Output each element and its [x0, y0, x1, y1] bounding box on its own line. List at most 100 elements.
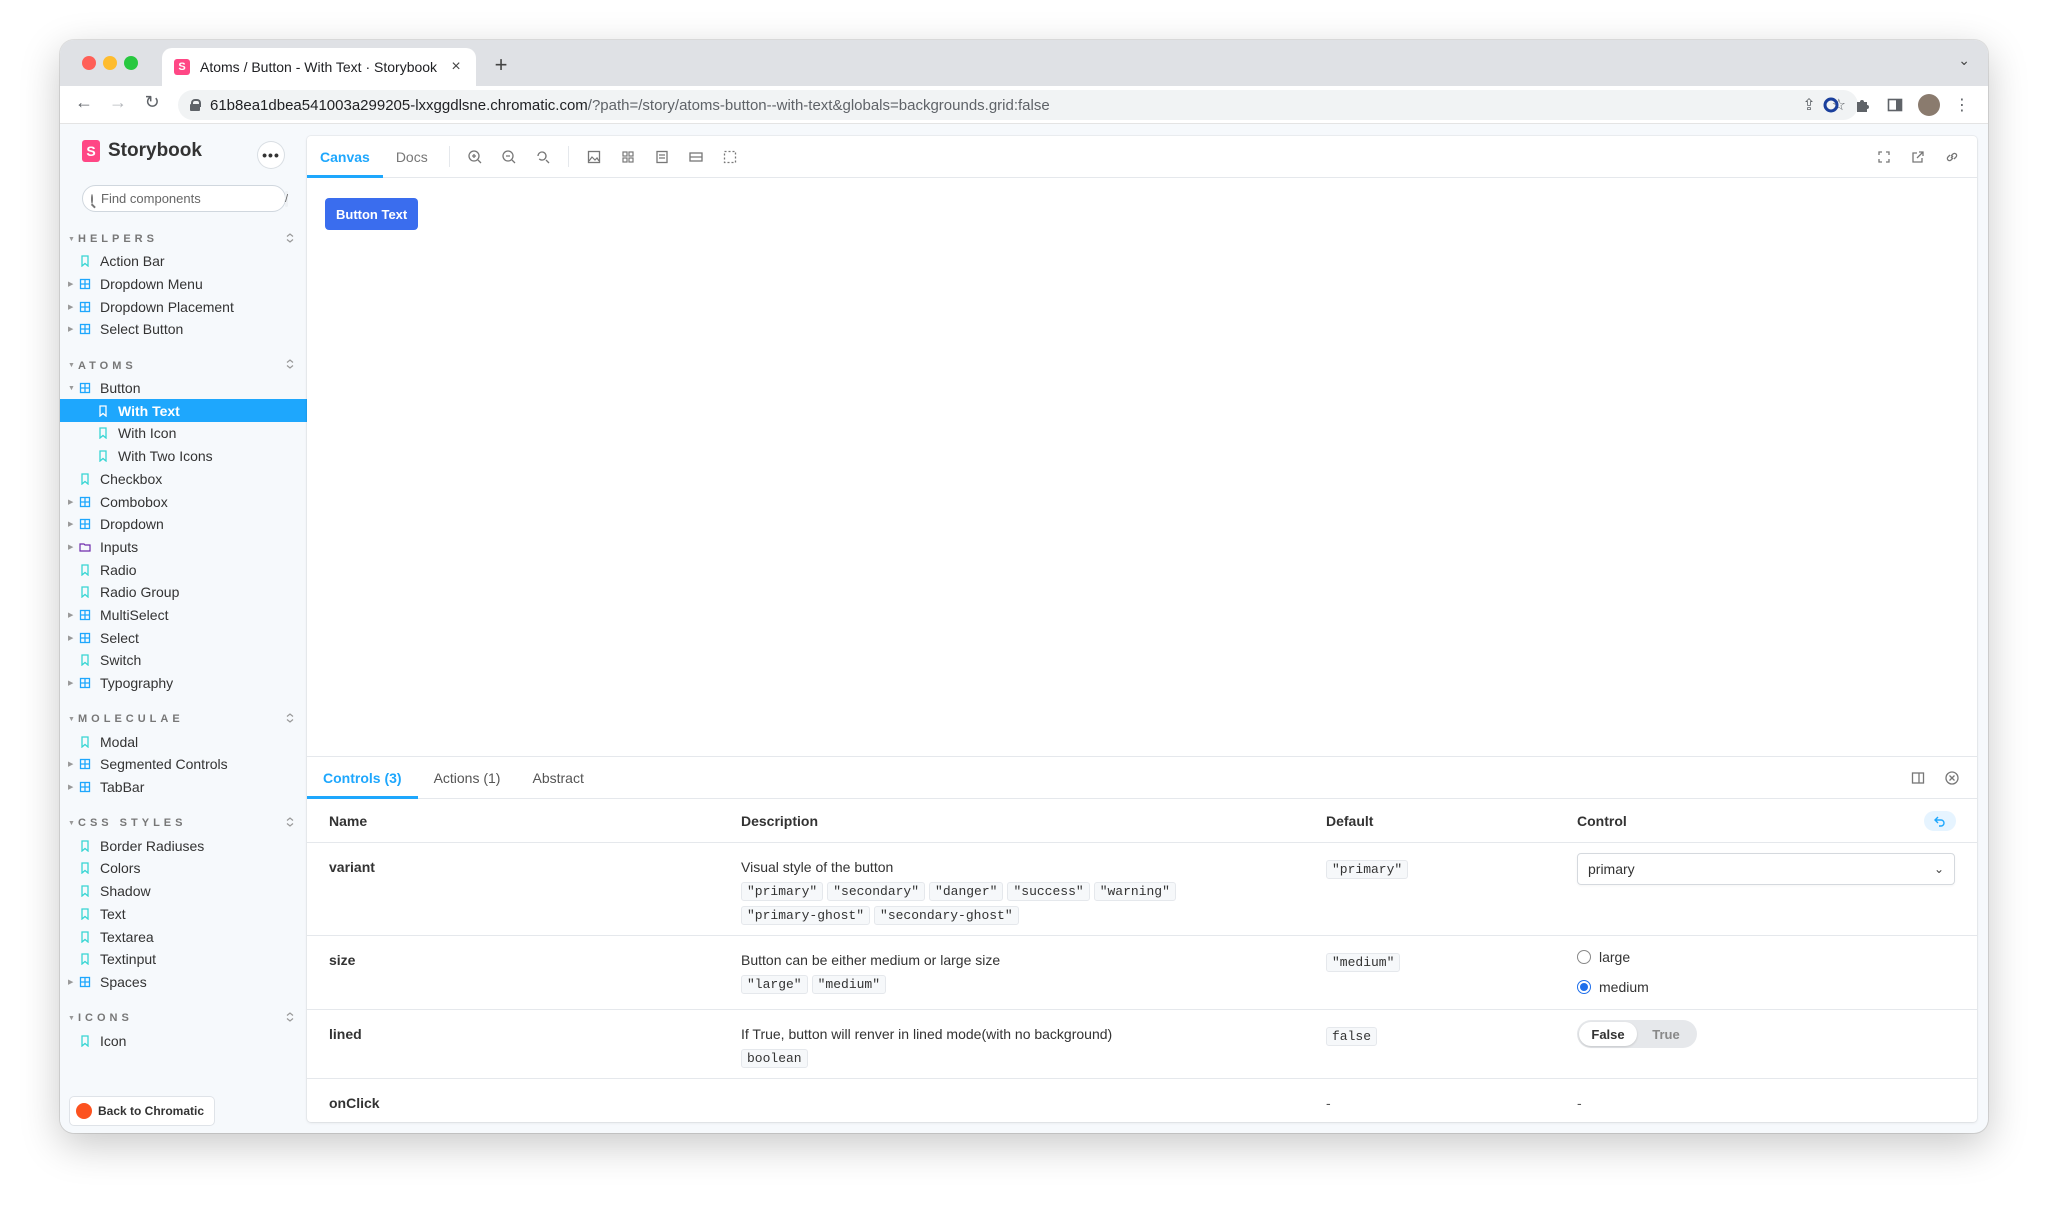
sidebar-item-with-icon[interactable]: With Icon	[60, 422, 307, 445]
expand-collapse-icon[interactable]	[273, 358, 307, 373]
reset-controls-button[interactable]	[1924, 811, 1956, 831]
tab-abstract[interactable]: Abstract	[516, 757, 599, 798]
sidebar-item-multiselect[interactable]: ▶ MultiSelect	[60, 604, 307, 627]
tab-docs[interactable]: Docs	[383, 136, 441, 177]
sidebar-item-action-bar[interactable]: Action Bar	[60, 250, 307, 273]
variant-select-value: primary	[1588, 861, 1635, 877]
close-panel-icon[interactable]	[1935, 757, 1969, 798]
sidebar-item-textarea[interactable]: Textarea	[60, 925, 307, 948]
component-icon	[78, 758, 92, 770]
sidebar-item-checkbox[interactable]: Checkbox	[60, 468, 307, 491]
default-value: "medium"	[1326, 953, 1401, 972]
sidebar-group-helpers[interactable]: ▼ HELPERS	[60, 228, 307, 250]
row-default: -	[1326, 1095, 1331, 1111]
browser-tab[interactable]: S Atoms / Button - With Text · Storybook…	[162, 48, 476, 86]
puzzle-icon[interactable]	[1854, 96, 1872, 114]
sidebar-item-with-text[interactable]: With Text	[60, 399, 307, 423]
row-name: size	[329, 952, 356, 968]
back-arrow-icon[interactable]: ←	[72, 92, 96, 113]
sidebar-item-label: Icon	[100, 1032, 127, 1049]
sidebar-item-button[interactable]: ▼ Button	[60, 377, 307, 400]
fullscreen-icon[interactable]	[1867, 136, 1901, 177]
sidebar-item-dropdown[interactable]: ▶ Dropdown	[60, 513, 307, 536]
sidebar-item-label: Combobox	[100, 493, 168, 510]
browser-menu-icon[interactable]: ⋮	[1954, 95, 1970, 115]
sidebar-item-text[interactable]: Text	[60, 903, 307, 926]
tab-canvas[interactable]: Canvas	[307, 136, 383, 178]
close-window-button[interactable]	[82, 56, 96, 70]
size-radio-medium[interactable]: medium	[1577, 972, 1649, 1002]
sidebar-item-inputs[interactable]: ▶ Inputs	[60, 536, 307, 559]
open-new-tab-icon[interactable]	[1901, 136, 1935, 177]
radio-unchecked[interactable]	[1577, 950, 1591, 964]
back-to-chromatic-button[interactable]: Back to Chromatic	[70, 1097, 215, 1125]
profile-avatar[interactable]	[1918, 94, 1940, 116]
sidebar-item-switch[interactable]: Switch	[60, 649, 307, 672]
sidebar-item-select[interactable]: ▶ Select	[60, 626, 307, 649]
sidebar-item-radio-group[interactable]: Radio Group	[60, 581, 307, 604]
tab-search-chevron-icon[interactable]: ⌄	[1958, 52, 1970, 69]
expand-collapse-icon[interactable]	[273, 232, 307, 247]
component-icon	[78, 496, 92, 508]
measure-icon[interactable]	[679, 136, 713, 177]
search-field[interactable]: /	[82, 185, 289, 212]
outline-icon[interactable]	[713, 136, 747, 177]
sidebar-item-dropdown-placement[interactable]: ▶ Dropdown Placement	[60, 295, 307, 318]
sidebar-item-spaces[interactable]: ▶ Spaces	[60, 971, 307, 994]
sidebar-item-shadow[interactable]: Shadow	[60, 880, 307, 903]
sidebar-item-segmented-controls[interactable]: ▶ Segmented Controls	[60, 753, 307, 776]
share-icon[interactable]: ⇪	[1802, 95, 1815, 115]
address-bar[interactable]: 61b8ea1dbea541003a299205-lxxggdlsne.chro…	[178, 90, 1858, 120]
search-input[interactable]	[101, 191, 277, 206]
viewport-icon[interactable]	[645, 136, 679, 177]
sidebar-item-textinput[interactable]: Textinput	[60, 948, 307, 971]
toggle-true[interactable]: True	[1637, 1022, 1695, 1046]
tab-close-icon[interactable]: ×	[448, 58, 464, 76]
minimize-window-button[interactable]	[103, 56, 117, 70]
zoom-out-icon[interactable]	[492, 136, 526, 177]
panel-orientation-icon[interactable]	[1901, 757, 1935, 798]
caret-icon: ▶	[68, 543, 74, 551]
sidebar-item-dropdown-menu[interactable]: ▶ Dropdown Menu	[60, 273, 307, 296]
new-tab-icon[interactable]: +	[488, 52, 514, 78]
reload-icon[interactable]: ↻	[140, 92, 164, 113]
radio-checked[interactable]	[1577, 980, 1591, 994]
variant-select[interactable]: primary ⌄	[1577, 853, 1955, 885]
zoom-reset-icon[interactable]	[526, 136, 560, 177]
extension-ring-icon[interactable]	[1822, 96, 1840, 114]
maximize-window-button[interactable]	[124, 56, 138, 70]
sidebar-item-colors[interactable]: Colors	[60, 857, 307, 880]
sidebar-item-typography[interactable]: ▶ Typography	[60, 672, 307, 695]
sidebar-group-css-styles[interactable]: ▼ CSS STYLES	[60, 812, 307, 834]
sidebar-group-moleculae[interactable]: ▼ MOLECULAE	[60, 708, 307, 730]
story-icon	[78, 840, 92, 852]
sidebar-group-icons[interactable]: ▼ ICONS	[60, 1007, 307, 1029]
background-image-icon[interactable]	[577, 136, 611, 177]
sidebar-menu-button[interactable]: •••	[258, 142, 284, 168]
zoom-in-icon[interactable]	[458, 136, 492, 177]
sidebar-group-atoms[interactable]: ▼ ATOMS	[60, 355, 307, 377]
lined-boolean-toggle[interactable]: False True	[1577, 1020, 1697, 1048]
story-button-with-text[interactable]: Button Text	[325, 198, 419, 230]
forward-arrow-icon[interactable]: →	[106, 92, 130, 113]
sidebar-item-border-radiuses[interactable]: Border Radiuses	[60, 834, 307, 857]
sidebar-item-with-two-icons[interactable]: With Two Icons	[60, 445, 307, 468]
side-panel-icon[interactable]	[1886, 96, 1904, 114]
sidebar-item-icon[interactable]: Icon	[60, 1029, 307, 1052]
sidebar-item-radio[interactable]: Radio	[60, 558, 307, 581]
storybook-brand[interactable]: S Storybook	[82, 140, 202, 162]
toggle-false[interactable]: False	[1579, 1022, 1637, 1046]
expand-collapse-icon[interactable]	[273, 712, 307, 727]
grid-icon[interactable]	[611, 136, 645, 177]
sidebar-item-combobox[interactable]: ▶ Combobox	[60, 490, 307, 513]
expand-collapse-icon[interactable]	[273, 816, 307, 831]
tab-controls[interactable]: Controls (3)	[307, 757, 418, 799]
option-chip: "danger"	[929, 882, 1004, 901]
size-radio-large[interactable]: large	[1577, 942, 1649, 972]
sidebar-item-tabbar[interactable]: ▶ TabBar	[60, 776, 307, 799]
sidebar-item-modal[interactable]: Modal	[60, 730, 307, 753]
tab-actions[interactable]: Actions (1)	[418, 757, 517, 798]
copy-link-icon[interactable]	[1935, 136, 1969, 177]
expand-collapse-icon[interactable]	[273, 1011, 307, 1026]
sidebar-item-select-button[interactable]: ▶ Select Button	[60, 318, 307, 341]
